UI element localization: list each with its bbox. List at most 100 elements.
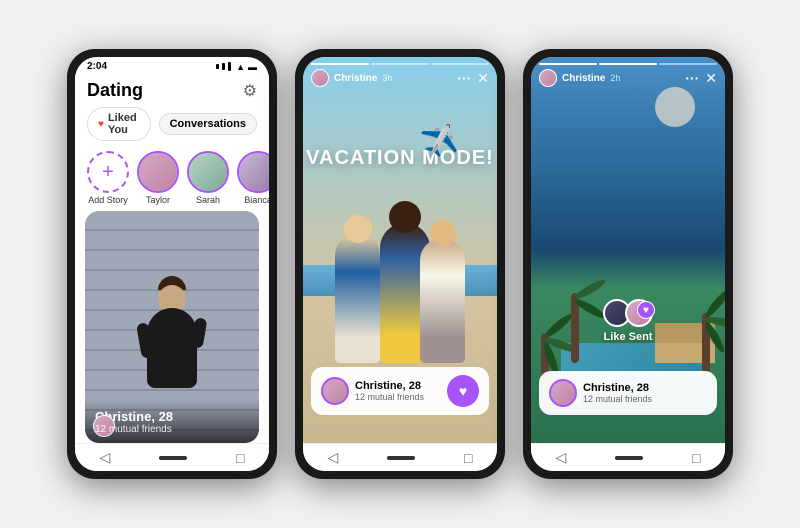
heart-badge: ♥: [637, 301, 655, 319]
plus-icon: +: [102, 161, 114, 184]
stories-row: + Add Story Taylor Sarah: [75, 147, 269, 211]
profile-info-resort: Christine, 28 12 mutual friends: [583, 382, 707, 404]
back-button[interactable]: ◁: [99, 449, 110, 466]
card-mutual: 12 mutual friends: [95, 424, 173, 435]
story-circle-sarah: [187, 151, 229, 193]
status-bar-1: 2:04 ▲ ▬: [75, 57, 269, 74]
heart-icon-badge: ♥: [643, 305, 649, 316]
person-3: [420, 238, 465, 363]
story-taylor[interactable]: Taylor: [137, 151, 179, 205]
recent-apps-button[interactable]: □: [236, 450, 244, 466]
home-indicator-2[interactable]: [387, 456, 415, 460]
story-screen-resort: ♥ Like Sent Christine 2h: [531, 57, 725, 443]
head-1: [344, 215, 372, 243]
story-bottom-card-resort: Christine, 28 12 mutual friends: [539, 371, 717, 415]
dating-app: Dating ⚙ ♥ Liked You Conversations +: [75, 74, 269, 471]
progress-seg-1: [539, 63, 597, 65]
head-2: [389, 201, 421, 233]
story-actions: ··· ✕: [457, 70, 489, 87]
signal-icon-3: [228, 62, 231, 71]
phone-dating: 2:04 ▲ ▬ Dating ⚙ ♥ Liked You Co: [67, 49, 277, 479]
phone-story-beach: VACATION MODE! ✈️ Christine 3h ··· ✕: [295, 49, 505, 479]
profile-mutual: 12 mutual friends: [355, 392, 441, 402]
tabs-row: ♥ Liked You Conversations: [75, 105, 269, 147]
like-sent-overlay: ♥ Like Sent: [603, 292, 653, 343]
beach-people-group: [330, 203, 470, 363]
tab-liked-you[interactable]: ♥ Liked You: [87, 107, 151, 141]
recipient-avatar: ♥: [625, 299, 653, 327]
story-label-taylor: Taylor: [146, 195, 170, 205]
vacation-text: VACATION MODE!: [303, 147, 497, 170]
story-top-bar-resort: Christine 2h ··· ✕: [531, 57, 725, 91]
nav-bar-2: ◁ □: [303, 443, 497, 471]
story-label-bianca: Bianca: [244, 195, 269, 205]
recent-apps-button-3[interactable]: □: [692, 450, 700, 466]
back-button-3[interactable]: ◁: [555, 449, 566, 466]
story-add-item[interactable]: + Add Story: [87, 151, 129, 205]
story-circle-bianca: [237, 151, 269, 193]
story-top-bar-beach: Christine 3h ··· ✕: [303, 57, 497, 91]
person-figure: [147, 276, 197, 388]
story-add-circle: +: [87, 151, 129, 193]
heart-icon: ♥: [98, 119, 104, 130]
close-icon[interactable]: ✕: [477, 70, 489, 87]
palm-tree-2: [702, 318, 710, 373]
story-username-resort: Christine: [562, 73, 605, 84]
story-bianca[interactable]: Bianca: [237, 151, 269, 205]
nav-bar-1: ◁ □: [75, 443, 269, 471]
signal-icon: [216, 64, 219, 69]
profile-info: Christine, 28 12 mutual friends: [355, 380, 441, 402]
tab-conversations[interactable]: Conversations: [159, 113, 257, 135]
battery-icon: ▬: [248, 62, 257, 72]
story-user-row-resort: Christine 2h ··· ✕: [539, 69, 717, 87]
story-time-resort: 2h: [610, 73, 620, 83]
home-indicator-3[interactable]: [615, 456, 643, 460]
like-button[interactable]: ♥: [447, 375, 479, 407]
story-time: 3h: [382, 73, 392, 83]
home-indicator[interactable]: [159, 456, 187, 460]
heart-icon: ♥: [459, 383, 467, 399]
main-profile-card[interactable]: Christine, 28 12 mutual friends: [85, 211, 259, 443]
story-add-label: Add Story: [88, 195, 128, 205]
story-progress: [311, 63, 489, 65]
leaf-4: [703, 288, 725, 320]
palm-tree-3: [571, 298, 579, 363]
moon: [655, 87, 695, 127]
head-3: [430, 220, 456, 246]
story-user-row: Christine 3h ··· ✕: [311, 69, 489, 87]
close-icon-resort[interactable]: ✕: [705, 70, 717, 87]
profile-mutual-resort: 12 mutual friends: [583, 394, 707, 404]
story-actions-resort: ··· ✕: [685, 70, 717, 87]
more-options-icon-resort[interactable]: ···: [685, 70, 699, 86]
story-screen-beach: VACATION MODE! ✈️ Christine 3h ··· ✕: [303, 57, 497, 443]
person-1: [335, 233, 380, 363]
card-info: Christine, 28 12 mutual friends: [95, 409, 249, 435]
tab-liked-label: Liked You: [108, 112, 140, 136]
story-sarah[interactable]: Sarah: [187, 151, 229, 205]
profile-avatar: [321, 377, 349, 405]
wifi-icon: ▲: [236, 62, 245, 72]
back-button-2[interactable]: ◁: [327, 449, 338, 466]
time-display: 2:04: [87, 61, 107, 72]
story-avatar: [311, 69, 329, 87]
like-sent-label: Like Sent: [604, 331, 653, 343]
profile-avatar-resort: [549, 379, 577, 407]
phone-story-resort: ♥ Like Sent Christine 2h: [523, 49, 733, 479]
card-overlay: Christine, 28 12 mutual friends: [85, 399, 259, 443]
recent-apps-button-2[interactable]: □: [464, 450, 472, 466]
more-options-icon[interactable]: ···: [457, 70, 471, 86]
app-title: Dating: [87, 80, 143, 101]
nav-bar-3: ◁ □: [531, 443, 725, 471]
progress-seg-3: [659, 63, 717, 65]
profile-name: Christine, 28: [355, 380, 441, 392]
tab-conversations-label: Conversations: [170, 118, 246, 130]
leaf-1: [542, 311, 574, 340]
settings-icon[interactable]: ⚙: [243, 81, 257, 101]
story-username: Christine: [334, 73, 377, 84]
story-avatar-resort: [539, 69, 557, 87]
story-label-sarah: Sarah: [196, 195, 220, 205]
progress-1: [311, 63, 369, 65]
progress-3: [431, 63, 489, 65]
profile-name-resort: Christine, 28: [583, 382, 707, 394]
status-icons: ▲ ▬: [216, 62, 257, 72]
